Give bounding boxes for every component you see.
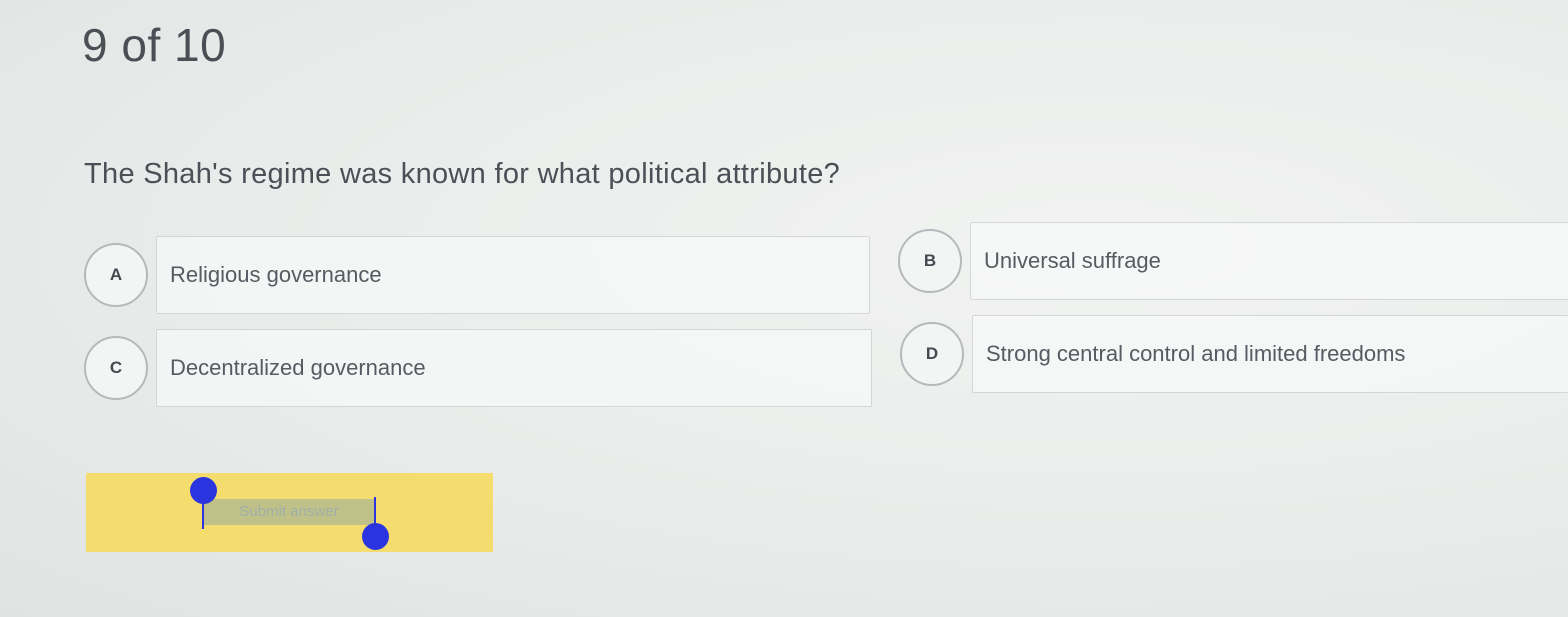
- answer-option-d[interactable]: D Strong central control and limited fre…: [900, 315, 1568, 393]
- option-label[interactable]: Religious governance: [156, 236, 870, 314]
- option-letter-badge[interactable]: C: [84, 336, 148, 400]
- option-label[interactable]: Strong central control and limited freed…: [972, 315, 1568, 393]
- answer-option-a[interactable]: A Religious governance: [84, 236, 870, 314]
- submit-button[interactable]: Submit answer: [86, 473, 493, 552]
- option-label[interactable]: Universal suffrage: [970, 222, 1568, 300]
- question-text: The Shah's regime was known for what pol…: [84, 158, 841, 190]
- answer-option-b[interactable]: B Universal suffrage: [898, 222, 1568, 300]
- question-counter: 9 of 10: [82, 19, 227, 71]
- option-letter-badge[interactable]: D: [900, 322, 964, 386]
- option-letter-badge[interactable]: B: [898, 229, 962, 293]
- answer-option-c[interactable]: C Decentralized governance: [84, 329, 872, 407]
- option-label[interactable]: Decentralized governance: [156, 329, 872, 407]
- option-letter-badge[interactable]: A: [84, 243, 148, 307]
- submit-button-label[interactable]: Submit answer: [203, 499, 375, 525]
- text-selection-end-handle[interactable]: [362, 523, 389, 550]
- text-selection-start-handle[interactable]: [190, 477, 217, 504]
